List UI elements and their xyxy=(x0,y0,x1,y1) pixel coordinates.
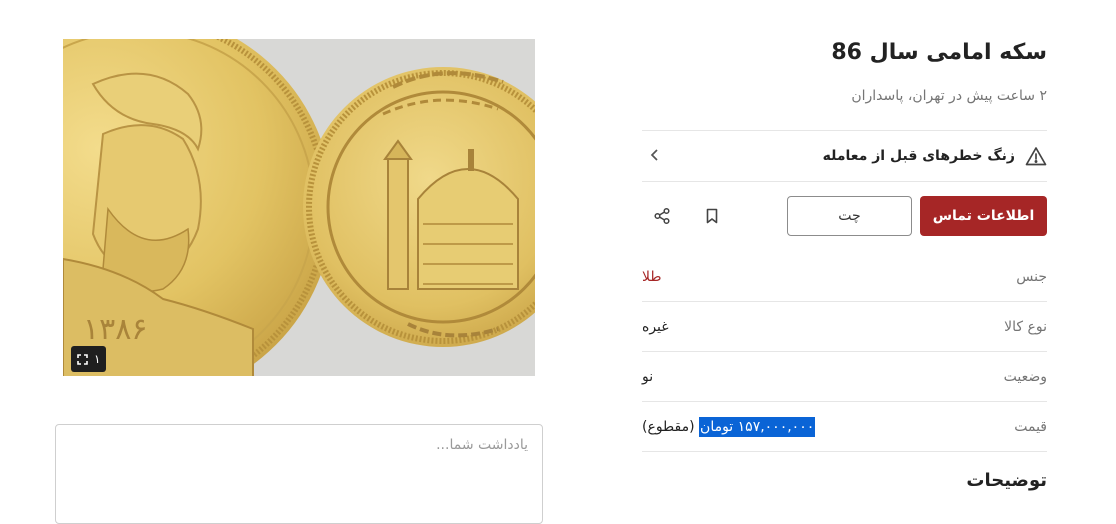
attribute-row-material: جنس طلا xyxy=(642,252,1047,302)
attribute-list: جنس طلا نوع کالا غیره وضعیت نو قیمت ۱۵۷,… xyxy=(642,252,1047,452)
attribute-row-type: نوع کالا غیره xyxy=(642,302,1047,352)
attribute-value: غیره xyxy=(642,318,669,335)
coins-illustration: ۱۳۸۶ xyxy=(63,39,535,376)
attribute-value-link[interactable]: طلا xyxy=(642,269,662,285)
note-box xyxy=(55,424,543,524)
price-value: ۱۵۷,۰۰۰,۰۰۰ تومان (مقطوع) xyxy=(642,416,816,437)
warning-triangle-icon xyxy=(1025,146,1047,166)
action-bar: اطلاعات تماس چت xyxy=(642,196,1047,236)
expand-icon xyxy=(77,353,88,365)
attribute-row-condition: وضعیت نو xyxy=(642,352,1047,402)
note-input[interactable] xyxy=(70,437,528,507)
attribute-label: جنس xyxy=(1016,268,1047,285)
image-counter: ۱ xyxy=(94,352,101,366)
price-amount: ۱۵۷,۰۰۰,۰۰۰ تومان xyxy=(699,416,816,437)
attribute-label: نوع کالا xyxy=(1004,318,1047,335)
listing-meta: ۲ ساعت پیش در تهران، پاسداران xyxy=(851,88,1047,104)
price-label: قیمت xyxy=(1014,418,1047,435)
contact-info-button[interactable]: اطلاعات تماس xyxy=(920,196,1047,236)
price-suffix: (مقطوع) xyxy=(642,418,695,435)
chat-button[interactable]: چت xyxy=(787,196,912,236)
chevron-left-icon xyxy=(650,148,660,162)
image-counter-badge[interactable]: ۱ xyxy=(71,346,107,372)
attribute-value: نو xyxy=(642,368,654,385)
attribute-row-price: قیمت ۱۵۷,۰۰۰,۰۰۰ تومان (مقطوع) xyxy=(642,402,1047,452)
description-heading: توضیحات xyxy=(966,470,1047,491)
bookmark-icon[interactable] xyxy=(700,204,724,228)
safety-warning-label: زنگ خطرهای قبل از معامله xyxy=(822,148,1015,164)
product-image[interactable]: ۱۳۸۶ ۱ xyxy=(63,39,535,376)
listing-title: سکه امامی سال 86 xyxy=(831,40,1047,65)
safety-warning-link[interactable]: زنگ خطرهای قبل از معامله xyxy=(642,130,1047,182)
svg-text:۱۳۸۶: ۱۳۸۶ xyxy=(83,312,147,347)
attribute-label: وضعیت xyxy=(1003,368,1047,385)
share-icon[interactable] xyxy=(650,204,674,228)
